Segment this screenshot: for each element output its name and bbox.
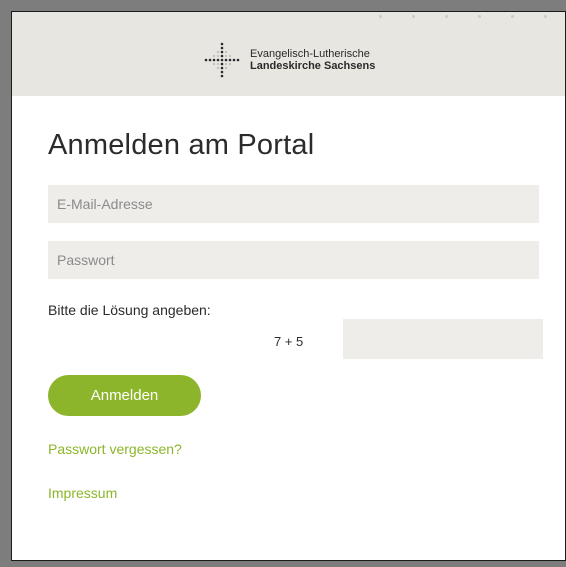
brand-line-2: Landeskirche Sachsens (250, 60, 376, 72)
imprint-link[interactable]: Impressum (48, 485, 117, 501)
site-header: Evangelisch-Lutherische Landeskirche Sac… (12, 12, 565, 96)
email-field[interactable] (48, 185, 539, 223)
window-frame: Evangelisch-Lutherische Landeskirche Sac… (0, 0, 566, 567)
brand-line-1: Evangelisch-Lutherische (250, 48, 370, 60)
header-decoration (379, 15, 565, 21)
captcha-answer-field[interactable] (343, 319, 543, 359)
brand-logo[interactable]: Evangelisch-Lutherische Landeskirche Sac… (204, 42, 375, 78)
captcha-question: 7 + 5 (274, 334, 304, 349)
password-field[interactable] (48, 241, 539, 279)
page-title: Anmelden am Portal (48, 129, 315, 161)
brand-name: Evangelisch-Lutherische Landeskirche Sac… (250, 48, 375, 72)
login-button[interactable]: Anmelden (48, 375, 201, 416)
login-panel: Evangelisch-Lutherische Landeskirche Sac… (11, 11, 566, 561)
forgot-password-link[interactable]: Passwort vergessen? (48, 441, 182, 457)
captcha-label: Bitte die Lösung angeben: (48, 302, 211, 318)
cross-dots-icon (204, 42, 240, 78)
